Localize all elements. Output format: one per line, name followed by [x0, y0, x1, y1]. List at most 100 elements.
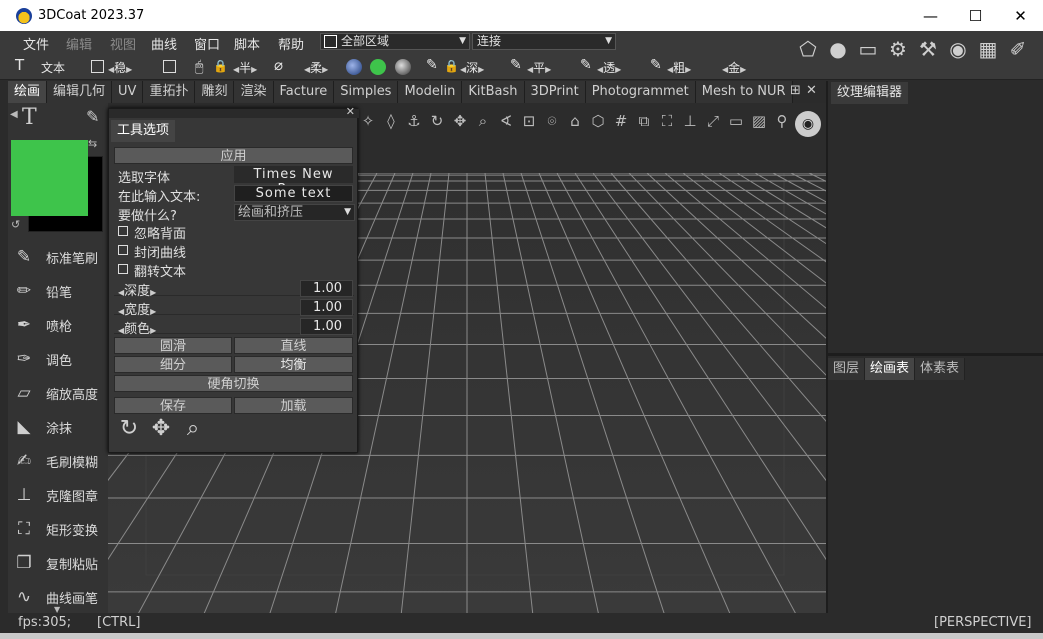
drop-icon[interactable]: ◊ — [381, 111, 401, 131]
close-tab-icon[interactable]: ✕ — [806, 83, 817, 98]
tab-retopo[interactable]: 重拓扑 — [143, 81, 196, 103]
tab-render[interactable]: 渲染 — [234, 81, 274, 103]
foreground-color-swatch[interactable] — [11, 140, 88, 216]
sphere-icon[interactable]: ● — [825, 36, 851, 62]
tool-copy-paste[interactable]: ❐ 复制粘贴 — [8, 549, 108, 577]
region-combo[interactable]: 全部区域 ▼ — [320, 33, 470, 50]
load-button[interactable]: 加载 — [234, 397, 353, 414]
half-checkbox[interactable] — [163, 60, 176, 73]
tab-3dprint[interactable]: 3DPrint — [524, 81, 586, 103]
action-select[interactable]: 绘画和挤压 ▼ — [234, 204, 355, 221]
camera-icon[interactable]: ◉ — [945, 36, 971, 62]
falloff-icon[interactable]: ⌀ — [274, 56, 283, 74]
tab-kitbash[interactable]: KitBash — [462, 81, 525, 103]
menu-view[interactable]: 视图 — [110, 34, 136, 53]
ignore-backface-checkbox[interactable] — [118, 226, 128, 236]
close-button[interactable]: ✕ — [998, 0, 1043, 31]
region-checkbox[interactable] — [324, 35, 337, 48]
maximize-button[interactable]: ☐ — [953, 0, 998, 31]
width-value[interactable]: 1.00 — [300, 299, 353, 316]
panel-drag-handle[interactable]: ✕ — [109, 105, 359, 118]
tool-rect-transform[interactable]: ⛶ 矩形变换 — [8, 515, 108, 543]
tool-airbrush[interactable]: ✒ 喷枪 — [8, 311, 108, 339]
menu-scripts[interactable]: 脚本 — [234, 34, 260, 53]
wrench-icon[interactable]: ⚒ — [915, 36, 941, 62]
tab-sculpt[interactable]: 雕刻 — [195, 81, 235, 103]
menu-curves[interactable]: 曲线 — [151, 34, 177, 53]
expand-icon[interactable]: ⛶ — [657, 111, 677, 131]
tool-standard-brush[interactable]: ✎ 标准笔刷 — [8, 243, 108, 271]
straight-button[interactable]: 直线 — [234, 337, 353, 354]
tab-uv[interactable]: UV — [112, 81, 144, 103]
collapse-left-icon[interactable]: ◀ — [10, 109, 18, 120]
camera-icon[interactable]: ◉ — [795, 111, 821, 137]
depth-slider[interactable]: ◀深▶ — [460, 59, 484, 76]
tab-tool-options[interactable]: 工具选项 — [111, 120, 176, 142]
gloss-sphere-icon[interactable] — [395, 59, 411, 75]
move-icon[interactable]: ✥ — [147, 415, 175, 443]
close-icon[interactable]: ✕ — [346, 105, 355, 118]
menu-help[interactable]: 帮助 — [278, 34, 304, 53]
tool-clone-stamp[interactable]: ⊥ 克隆图章 — [8, 481, 108, 509]
tab-simples[interactable]: Simples — [334, 81, 399, 103]
anchor-icon[interactable]: ⚓ — [404, 111, 424, 131]
metalness-slider[interactable]: ◀金▶ — [722, 59, 746, 76]
color-sphere-icon[interactable] — [370, 59, 386, 75]
axis-icon[interactable]: ⊥ — [680, 111, 700, 131]
zoom-icon[interactable]: ⌕ — [179, 415, 207, 443]
tab-photogrammetry[interactable]: Photogrammet — [585, 81, 696, 103]
tool-blur[interactable]: ✍ 毛刷模糊 — [8, 447, 108, 475]
tab-layers[interactable]: 图层 — [828, 358, 866, 380]
minimize-button[interactable]: — — [908, 0, 953, 31]
menu-edit[interactable]: 编辑 — [66, 34, 92, 53]
gears-icon[interactable]: ⚙ — [885, 36, 911, 62]
stable-checkbox[interactable] — [91, 60, 104, 73]
tool-smudge[interactable]: ◣ 涂抹 — [8, 413, 108, 441]
pentagon-icon[interactable]: ⬠ — [795, 36, 821, 62]
depth-value[interactable]: 1.00 — [300, 280, 353, 297]
menu-window[interactable]: 窗口 — [194, 34, 220, 53]
sharp-corner-toggle-button[interactable]: 硬角切换 — [114, 375, 353, 392]
half-slider[interactable]: ◀半▶ — [233, 59, 257, 76]
tab-modeling[interactable]: 编辑几何 — [47, 81, 113, 103]
grid-icon[interactable]: # — [611, 111, 631, 131]
color-value[interactable]: 1.00 — [300, 318, 353, 335]
tool-color-adjust[interactable]: ✑ 调色 — [8, 345, 108, 373]
soft-slider[interactable]: ◀柔▶ — [304, 59, 328, 76]
reset-colors-icon[interactable]: ↺ — [11, 218, 20, 231]
lamp-icon[interactable]: ⚲ — [772, 111, 792, 131]
home-icon[interactable]: ⌂ — [565, 111, 585, 131]
stable-slider[interactable]: ◀稳▶ — [108, 59, 132, 76]
zoom-icon[interactable]: ⌕ — [473, 111, 493, 131]
frame-icon[interactable]: ▭ — [855, 36, 881, 62]
connect-combo[interactable]: 连接 ▼ — [472, 33, 616, 50]
focus-icon[interactable]: ⌾ — [542, 111, 562, 131]
swap-colors-icon[interactable]: ⇆ — [88, 137, 97, 150]
light-icon[interactable]: ✧ — [358, 111, 378, 131]
angle-icon[interactable]: ∢ — [496, 111, 516, 131]
flat-slider[interactable]: ◀平▶ — [527, 59, 551, 76]
paint-brush-icon[interactable]: ✐ — [1005, 36, 1031, 62]
thickness-slider[interactable]: ◀粗▶ — [667, 59, 691, 76]
add-tab-icon[interactable]: ⊞ — [790, 83, 801, 98]
font-select[interactable]: Times New Rom — [234, 166, 353, 197]
menu-file[interactable]: 文件 — [23, 34, 49, 53]
text-tool-icon[interactable]: T — [22, 105, 37, 130]
tab-modeling-room[interactable]: Modelin — [398, 81, 463, 103]
tab-paint[interactable]: 绘画 — [8, 81, 48, 103]
cube-icon[interactable]: ⬡ — [588, 111, 608, 131]
tool-scale-height[interactable]: ⏥ 缩放高度 — [8, 379, 108, 407]
balance-button[interactable]: 均衡 — [234, 356, 353, 373]
image-icon[interactable]: ▨ — [749, 111, 769, 131]
close-curve-checkbox[interactable] — [118, 245, 128, 255]
tab-voxel-tree[interactable]: 体素表 — [915, 358, 966, 380]
flip-text-checkbox[interactable] — [118, 264, 128, 274]
tool-pencil[interactable]: ✏ 铅笔 — [8, 277, 108, 305]
transparency-slider[interactable]: ◀透▶ — [597, 59, 621, 76]
checker-icon[interactable]: ▦ — [975, 36, 1001, 62]
tab-texture-editor[interactable]: 纹理编辑器 — [831, 82, 909, 104]
symmetry-icon[interactable]: ⧉ — [634, 111, 654, 131]
tab-paint-objects[interactable]: 绘画表 — [865, 358, 916, 380]
tab-facture[interactable]: Facture — [273, 81, 335, 103]
subdivide-button[interactable]: 细分 — [114, 356, 232, 373]
